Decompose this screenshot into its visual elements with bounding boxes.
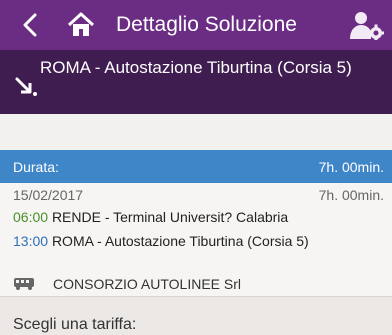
page-title: Dettaglio Soluzione bbox=[116, 13, 297, 36]
stop-name: ROMA - Autostazione Tiburtina (Corsia 5) bbox=[40, 58, 352, 77]
company-name: CONSORZIO AUTOLINEE Srl bbox=[53, 276, 241, 292]
departure-place: RENDE - Terminal Universit? Calabria bbox=[51, 209, 289, 225]
arrival-row: 13:00 ROMA - Autostazione Tiburtina (Cor… bbox=[13, 231, 383, 252]
account-settings-button[interactable] bbox=[346, 9, 386, 41]
spacer bbox=[0, 114, 392, 150]
duration-label: Durata: bbox=[13, 159, 59, 175]
stop-header: ROMA - Autostazione Tiburtina (Corsia 5) bbox=[0, 50, 392, 114]
trip-date: 15/02/2017 bbox=[13, 187, 84, 203]
app-header: Dettaglio Soluzione bbox=[0, 0, 392, 50]
company-row: CONSORZIO AUTOLINEE Srl bbox=[13, 275, 241, 293]
bus-icon bbox=[14, 278, 34, 290]
home-button[interactable] bbox=[66, 11, 96, 39]
home-icon bbox=[67, 12, 95, 36]
trip-details: 15/02/2017 7h. 00min. 06:00 RENDE - Term… bbox=[0, 183, 392, 297]
arrival-time: 13:00 bbox=[13, 233, 49, 249]
arrow-down-right-icon bbox=[15, 77, 37, 96]
tariff-prompt: Scegli una tariffa: bbox=[13, 316, 137, 333]
arrival-place: ROMA - Autostazione Tiburtina (Corsia 5) bbox=[51, 233, 309, 249]
departure-row: 06:00 RENDE - Terminal Universit? Calabr… bbox=[13, 209, 288, 225]
chevron-left-icon bbox=[23, 13, 37, 37]
departure-time: 06:00 bbox=[13, 209, 49, 225]
tariff-section[interactable]: Scegli una tariffa: bbox=[0, 297, 392, 335]
back-button[interactable] bbox=[18, 13, 42, 37]
duration-value: 7h. 00min. bbox=[318, 159, 384, 175]
duration-summary: Durata: 7h. 00min. bbox=[0, 150, 392, 183]
user-gear-icon bbox=[350, 12, 384, 40]
trip-duration: 7h. 00min. bbox=[318, 187, 384, 203]
